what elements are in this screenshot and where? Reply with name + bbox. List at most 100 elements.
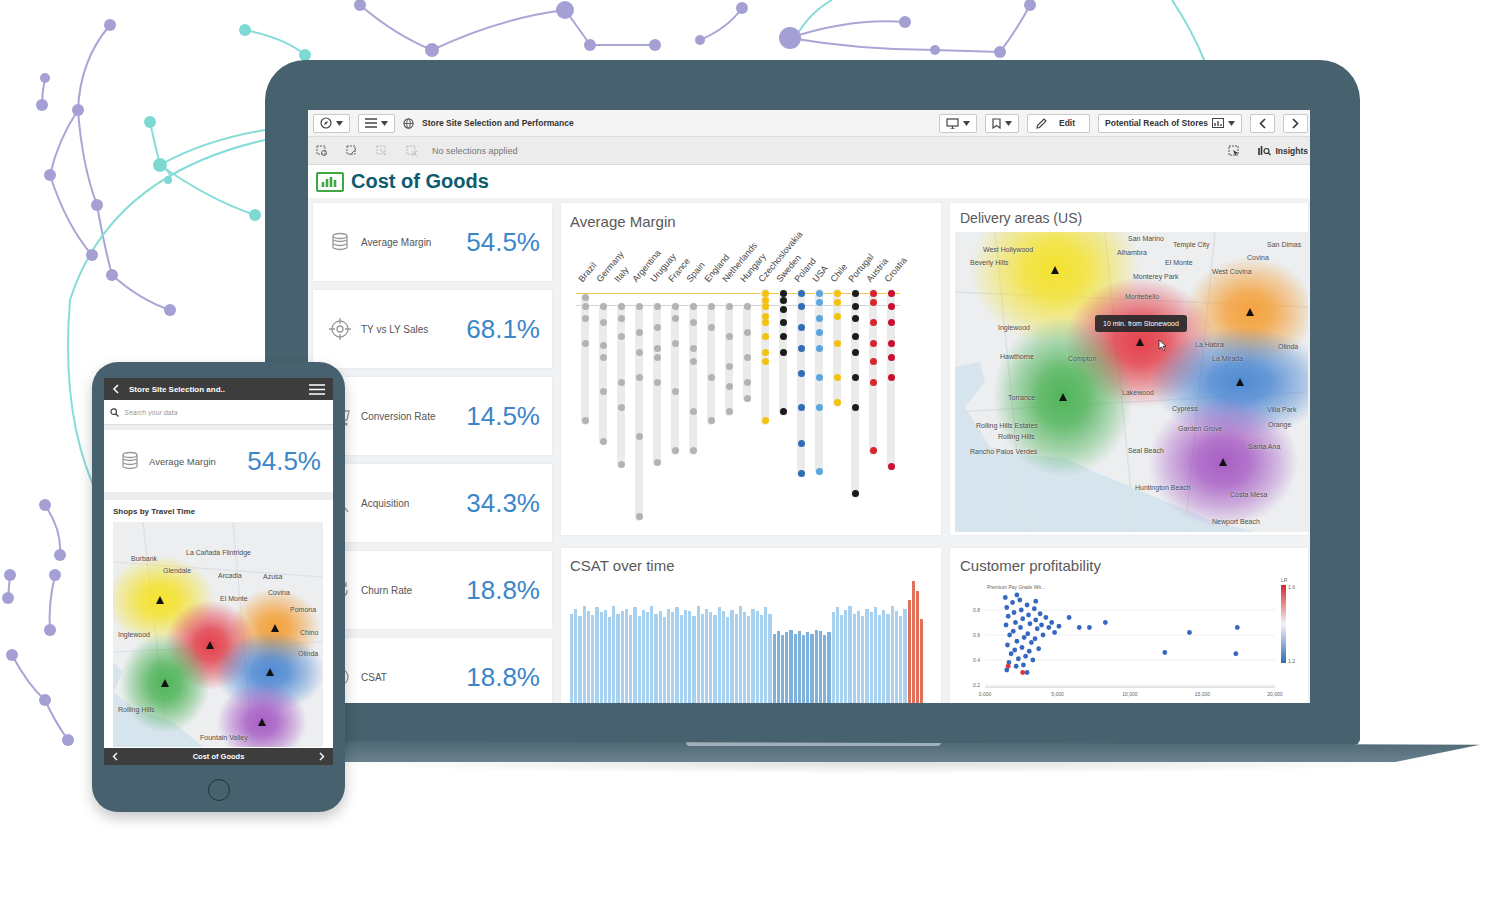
- kpi-card[interactable]: Average Margin54.5%: [313, 203, 552, 281]
- customer-point[interactable]: [1020, 670, 1025, 675]
- csat-bar[interactable]: [591, 615, 594, 703]
- customer-point[interactable]: [1019, 608, 1024, 613]
- data-point[interactable]: [798, 404, 805, 411]
- csat-bar[interactable]: [743, 612, 746, 703]
- data-point[interactable]: [870, 379, 877, 386]
- data-point[interactable]: [780, 349, 787, 356]
- store-marker-icon[interactable]: [1136, 338, 1144, 346]
- data-point[interactable]: [852, 290, 859, 297]
- csat-bar[interactable]: [629, 615, 632, 703]
- customer-point[interactable]: [1015, 639, 1020, 644]
- data-point[interactable]: [798, 345, 805, 352]
- customer-point[interactable]: [1032, 606, 1037, 611]
- customer-point[interactable]: [1005, 643, 1010, 648]
- customer-point[interactable]: [1014, 664, 1019, 669]
- data-point[interactable]: [816, 468, 823, 475]
- csat-bar[interactable]: [684, 610, 687, 703]
- data-point[interactable]: [636, 433, 643, 440]
- store-marker-icon[interactable]: [206, 641, 214, 649]
- kpi-card[interactable]: CSAT18.8%: [313, 638, 552, 703]
- step-back-icon[interactable]: [346, 145, 358, 157]
- csat-bar[interactable]: [726, 617, 729, 703]
- customer-point[interactable]: [1033, 599, 1038, 604]
- data-point[interactable]: [582, 315, 589, 322]
- data-point[interactable]: [744, 329, 751, 336]
- csat-bar[interactable]: [908, 600, 911, 703]
- customer-point[interactable]: [1067, 615, 1072, 620]
- kpi-card[interactable]: Conversion Rate14.5%: [313, 377, 552, 455]
- data-point[interactable]: [726, 303, 733, 310]
- customer-point[interactable]: [1011, 629, 1016, 634]
- csat-bar[interactable]: [654, 614, 657, 704]
- csat-bar[interactable]: [608, 617, 611, 703]
- customer-point[interactable]: [1052, 630, 1057, 635]
- store-marker-icon[interactable]: [1236, 378, 1244, 386]
- csat-bar[interactable]: [692, 616, 695, 703]
- kpi-card[interactable]: Acquisition34.3%: [313, 464, 552, 542]
- phone-kpi-card[interactable]: Average Margin54.5%: [104, 430, 333, 492]
- data-point[interactable]: [762, 349, 769, 356]
- data-point[interactable]: [618, 461, 625, 468]
- data-point[interactable]: [870, 358, 877, 365]
- data-point[interactable]: [816, 329, 823, 336]
- data-point[interactable]: [870, 290, 877, 297]
- data-point[interactable]: [852, 349, 859, 356]
- data-point[interactable]: [726, 363, 733, 370]
- customer-point[interactable]: [1029, 640, 1034, 645]
- data-point[interactable]: [654, 345, 661, 352]
- customer-point[interactable]: [1162, 650, 1167, 655]
- data-point[interactable]: [798, 290, 805, 297]
- customer-point[interactable]: [1010, 600, 1015, 605]
- csat-bar[interactable]: [688, 611, 691, 703]
- csat-bar[interactable]: [730, 610, 733, 703]
- customer-point[interactable]: [1030, 658, 1035, 663]
- data-point[interactable]: [852, 333, 859, 340]
- data-point[interactable]: [654, 324, 661, 331]
- csat-bar[interactable]: [718, 607, 721, 703]
- csat-bar[interactable]: [874, 607, 877, 703]
- customer-point[interactable]: [1006, 664, 1011, 669]
- average-margin-chart[interactable]: Average MarginBrazilGermanyItalyArgentin…: [561, 203, 941, 535]
- data-point[interactable]: [690, 447, 697, 454]
- csat-bar[interactable]: [722, 611, 725, 703]
- store-marker-icon[interactable]: [156, 596, 164, 604]
- data-point[interactable]: [672, 315, 679, 322]
- customer-point[interactable]: [1022, 635, 1027, 640]
- customer-point[interactable]: [1023, 654, 1028, 659]
- store-marker-icon[interactable]: [1219, 458, 1227, 466]
- sheets-button[interactable]: [358, 114, 395, 133]
- delivery-areas-map[interactable]: Delivery areas (US)West HollywoodSan Mar…: [950, 203, 1308, 535]
- data-point[interactable]: [582, 303, 589, 310]
- csat-bar[interactable]: [739, 606, 742, 703]
- data-point[interactable]: [636, 303, 643, 310]
- csat-chart[interactable]: CSAT over time: [561, 548, 941, 703]
- data-point[interactable]: [888, 319, 895, 326]
- data-point[interactable]: [816, 315, 823, 322]
- csat-bar[interactable]: [633, 607, 636, 703]
- data-point[interactable]: [654, 379, 661, 386]
- customer-point[interactable]: [1049, 620, 1054, 625]
- data-point[interactable]: [654, 303, 661, 310]
- csat-bar[interactable]: [578, 616, 581, 703]
- data-point[interactable]: [780, 319, 787, 326]
- csat-bar[interactable]: [844, 610, 847, 703]
- map[interactable]: BurbankLa Cañada FlintridgeGlendaleArcad…: [113, 522, 323, 747]
- customer-point[interactable]: [1004, 623, 1009, 628]
- csat-bar[interactable]: [802, 635, 805, 703]
- data-point[interactable]: [600, 438, 607, 445]
- data-point[interactable]: [888, 374, 895, 381]
- kpi-card[interactable]: TY vs LY Sales68.1%: [313, 290, 552, 368]
- customer-point[interactable]: [1033, 636, 1038, 641]
- data-point[interactable]: [888, 303, 895, 310]
- csat-bar[interactable]: [642, 610, 645, 703]
- csat-bar[interactable]: [751, 609, 754, 704]
- smart-search-icon[interactable]: [316, 145, 328, 157]
- data-point[interactable]: [852, 374, 859, 381]
- csat-bar[interactable]: [595, 607, 598, 703]
- csat-bar[interactable]: [882, 610, 885, 703]
- data-point[interactable]: [780, 306, 787, 313]
- data-point[interactable]: [888, 463, 895, 470]
- csat-bar[interactable]: [701, 614, 704, 704]
- data-point[interactable]: [834, 374, 841, 381]
- csat-bar[interactable]: [827, 632, 830, 703]
